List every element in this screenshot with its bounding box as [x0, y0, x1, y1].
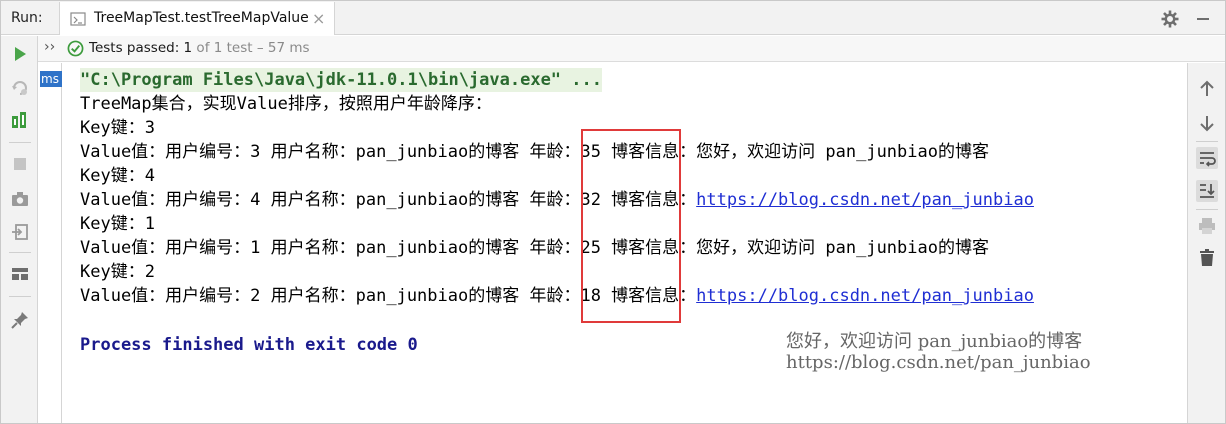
console-value-line: Value值：用户编号：1 用户名称：pan_junbiao的博客 年龄：25 …: [80, 236, 989, 260]
test-tree-panel: ms: [38, 63, 62, 423]
test-duration-badge[interactable]: ms: [40, 71, 62, 87]
camera-icon[interactable]: [10, 189, 30, 209]
layout-icon[interactable]: [10, 264, 30, 284]
blog-link[interactable]: https://blog.csdn.net/pan_junbiao: [696, 190, 1034, 210]
console-intro: TreeMap集合，实现Value排序，按照用户年龄降序：: [80, 94, 492, 114]
run-label: Run:: [11, 10, 43, 26]
junit-icon: [70, 12, 86, 26]
test-status-bar: ›› Tests passed: 1 of 1 test – 57 ms: [38, 36, 1225, 62]
toolbar-divider: [1196, 209, 1218, 210]
soft-wrap-icon[interactable]: [1196, 147, 1218, 169]
watermark-line-2: https://blog.csdn.net/pan_junbiao: [786, 352, 1091, 373]
value-text: Value值：用户编号：3 用户名称：pan_junbiao的博客 年龄：35 …: [80, 142, 989, 162]
minimize-icon[interactable]: [1193, 9, 1213, 29]
watermark-line-1: 您好，欢迎访问 pan_junbiao的博客: [786, 331, 1083, 352]
up-arrow-icon[interactable]: [1196, 78, 1218, 100]
gear-icon[interactable]: [1160, 9, 1180, 29]
trash-icon[interactable]: [1196, 247, 1218, 269]
console-key-line: Key键：3: [80, 118, 155, 138]
console-key-line: Key键：1: [80, 214, 155, 234]
expand-chevron-icon[interactable]: ››: [44, 39, 55, 55]
toggle-auto-test-icon[interactable]: [10, 110, 30, 130]
toolbar-divider: [9, 142, 31, 143]
tests-passed-count: 1: [183, 40, 193, 56]
close-icon[interactable]: ×: [312, 9, 325, 28]
console-value-line: Value值：用户编号：3 用户名称：pan_junbiao的博客 年龄：35 …: [80, 140, 989, 164]
console-value-line: Value值：用户编号：2 用户名称：pan_junbiao的博客 年龄：18 …: [80, 284, 1034, 308]
toolbar-divider: [9, 296, 31, 297]
check-circle-icon: [67, 40, 84, 57]
tab-treemap-test[interactable]: TreeMapTest.testTreeMapValue ×: [59, 2, 335, 35]
pin-icon[interactable]: [10, 310, 30, 330]
console-key-line: Key键：4: [80, 166, 155, 186]
tests-passed-detail: of 1 test – 57 ms: [192, 40, 310, 56]
console-value-line: Value值：用户编号：4 用户名称：pan_junbiao的博客 年龄：32 …: [80, 188, 1034, 212]
console-key-line: Key键：2: [80, 262, 155, 282]
scroll-to-end-icon[interactable]: [1196, 180, 1218, 202]
exit-message: Process finished with exit code 0: [80, 335, 418, 355]
toolbar-divider: [9, 252, 31, 253]
login-icon[interactable]: [10, 222, 30, 242]
tests-passed-status: Tests passed: 1 of 1 test – 57 ms: [89, 40, 310, 56]
command-line: "C:\Program Files\Java\jdk-11.0.1\bin\ja…: [80, 68, 602, 92]
print-icon[interactable]: [1196, 215, 1218, 237]
down-arrow-icon[interactable]: [1196, 112, 1218, 134]
right-toolbar: [1187, 63, 1225, 423]
age-highlight-box: [581, 129, 681, 323]
run-tab-bar: Run: TreeMapTest.testTreeMapValue ×: [1, 1, 1225, 35]
value-text: Value值：用户编号：1 用户名称：pan_junbiao的博客 年龄：25 …: [80, 238, 989, 258]
left-toolbar: [1, 36, 38, 423]
run-icon[interactable]: [10, 44, 30, 64]
stop-icon[interactable]: [10, 154, 30, 174]
rerun-failed-icon[interactable]: [10, 78, 30, 98]
tests-passed-label: Tests passed:: [89, 40, 184, 56]
toolbar-divider: [1196, 141, 1218, 142]
blog-link[interactable]: https://blog.csdn.net/pan_junbiao: [696, 286, 1034, 306]
tab-title: TreeMapTest.testTreeMapValue: [94, 10, 309, 26]
